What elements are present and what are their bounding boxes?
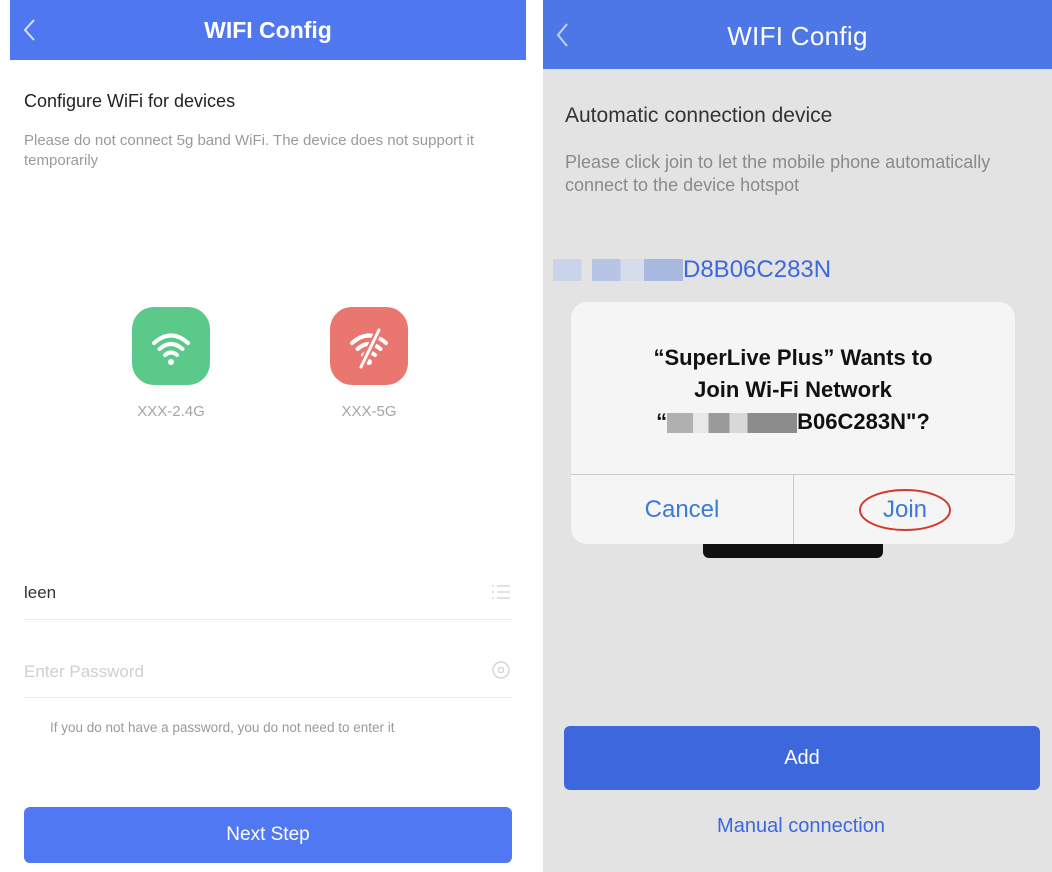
highlight-circle-icon: [859, 489, 951, 531]
manual-connection-link[interactable]: Manual connection: [543, 815, 1052, 838]
visibility-toggle-icon[interactable]: [490, 659, 512, 681]
next-step-button[interactable]: Next Step: [24, 807, 512, 863]
page-title: WIFI Config: [204, 17, 332, 43]
device-hotspot-name: D8B06C283N: [553, 256, 831, 286]
band-notice: Please do not connect 5g band WiFi. The …: [24, 132, 474, 169]
wifi-option-label: XXX-2.4G: [137, 403, 205, 420]
join-button[interactable]: Join: [794, 475, 1015, 544]
add-button[interactable]: Add: [564, 726, 1040, 790]
device-ssid-text: D8B06C283N: [683, 256, 832, 283]
redacted-block: [667, 413, 798, 434]
dialog-title-line: Join Wi-Fi Network: [694, 377, 892, 402]
wifi-option-label: XXX-5G: [341, 403, 397, 420]
navigation-bar: WIFI Config: [10, 0, 526, 60]
page-title: WIFI Config: [727, 21, 868, 51]
password-field: [24, 645, 512, 698]
list-icon[interactable]: [490, 581, 512, 603]
redacted-block: [553, 259, 683, 281]
ssid-field[interactable]: leen: [24, 567, 512, 620]
join-instructions: Please click join to let the mobile phon…: [565, 152, 991, 196]
password-hint: If you do not have a password, you do no…: [50, 720, 395, 735]
dialog-title-line: “SuperLive Plus” Wants to: [653, 345, 933, 370]
section-heading: Configure WiFi for devices: [24, 91, 236, 111]
ssid-value: leen: [24, 583, 57, 602]
join-wifi-dialog: “SuperLive Plus” Wants to Join Wi-Fi Net…: [571, 302, 1015, 544]
wifi-config-screen-left: WIFI Config Configure WiFi for devices P…: [10, 0, 526, 872]
navigation-bar: WIFI Config: [543, 0, 1052, 69]
dialog-ssid-visible: B06C283N"?: [797, 409, 930, 434]
wifi-icon: [132, 307, 210, 385]
open-quote: “: [656, 409, 668, 434]
cancel-button[interactable]: Cancel: [571, 475, 793, 544]
section-heading: Automatic connection device: [565, 104, 833, 127]
dialog-title-line: “ B06C283N"?: [591, 406, 995, 438]
password-input[interactable]: [24, 655, 444, 689]
wifi-off-icon: [330, 307, 408, 385]
dialog-title: “SuperLive Plus” Wants to Join Wi-Fi Net…: [591, 342, 995, 438]
wifi-config-screen-right: WIFI Config Automatic connection device …: [543, 0, 1052, 872]
